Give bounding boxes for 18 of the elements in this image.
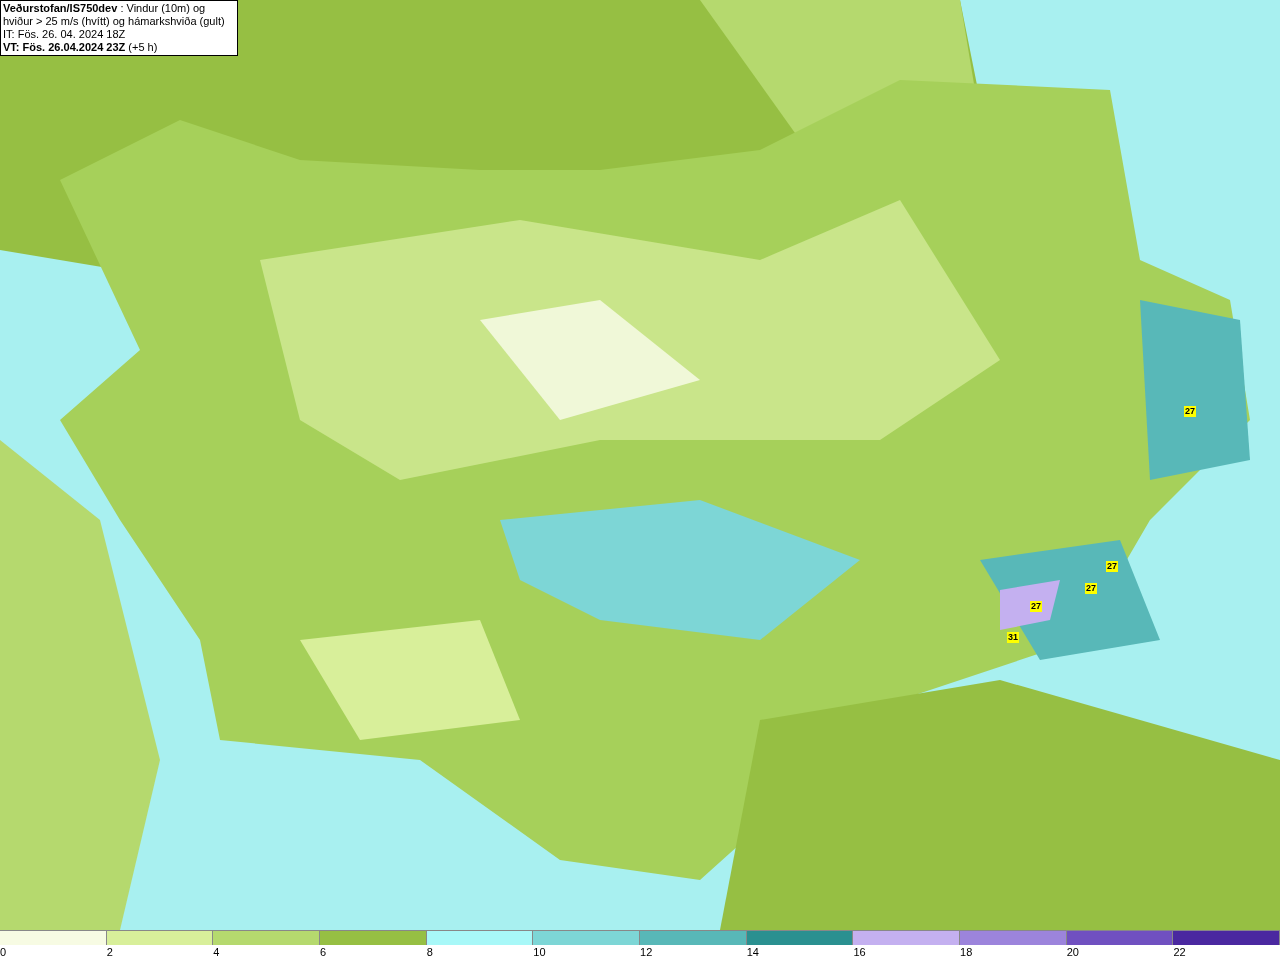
map-title: Veðurstofan/IS750dev : Vindur (10m) og hviður > 25 m/s (hvítt) og hámarkshviða (gult) IT: Fös. 26. 04. 2024 18Z VT: Fös. 26.04.2024 23Z (+5 h) [0,0,238,56]
legend-label: 12 [640,945,653,959]
gust-label: 31 [1007,632,1019,643]
legend-label: 10 [533,945,546,959]
legend-label: 4 [213,945,220,959]
legend-label: 22 [1173,945,1186,959]
legend-label: 16 [853,945,866,959]
legend-label: 14 [746,945,759,959]
legend-label: 20 [1066,945,1079,959]
legend-label: 8 [426,945,433,959]
gust-label: 27 [1184,406,1196,417]
legend-label: 2 [106,945,113,959]
legend-label: 6 [320,945,327,959]
gust-label: 27 [1030,601,1042,612]
gust-label: 27 [1106,561,1118,572]
legend-label: 0 [0,945,7,959]
gust-label: 27 [1085,583,1097,594]
legend-label: 18 [960,945,973,959]
